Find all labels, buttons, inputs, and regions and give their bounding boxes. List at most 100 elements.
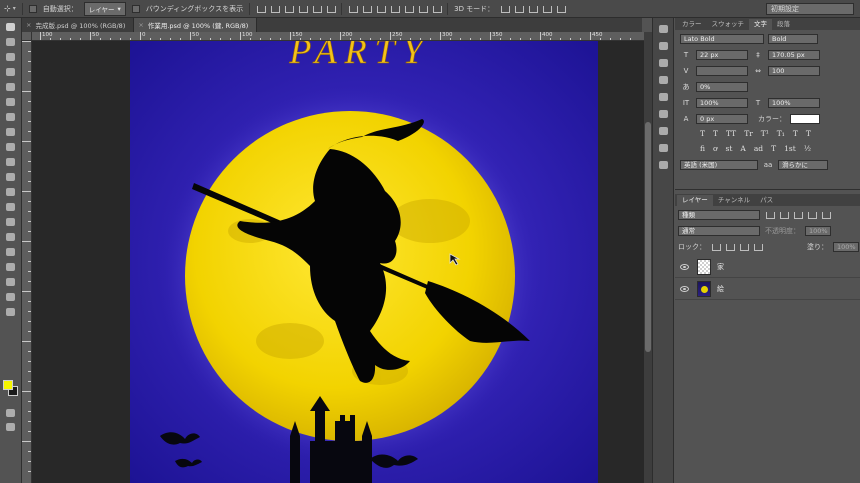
document-tab-work[interactable]: × 作業用.psd @ 100% (鍵, RGB/8)	[134, 18, 258, 32]
align-left-icon[interactable]	[298, 5, 309, 13]
filter-pixel-icon[interactable]	[765, 211, 775, 219]
tab-character[interactable]: 文字	[749, 19, 772, 30]
lock-position-icon[interactable]	[739, 243, 749, 251]
crop-tool-icon[interactable]	[4, 82, 18, 93]
properties-panel-icon[interactable]	[657, 75, 671, 86]
align-bottom-icon[interactable]	[284, 5, 295, 13]
filter-type-icon[interactable]	[793, 211, 803, 219]
fractions-button[interactable]: ½	[804, 144, 811, 153]
history-panel-icon[interactable]	[657, 24, 671, 35]
scale-3d-icon[interactable]	[556, 5, 567, 13]
clone-stamp-tool-icon[interactable]	[4, 142, 18, 153]
lock-transparent-icon[interactable]	[711, 243, 721, 251]
actions-panel-icon[interactable]	[657, 41, 671, 52]
horizontal-ruler[interactable]: 100 50 0 50 100 150 200 250 300 350 400 450	[32, 32, 644, 41]
distribute-hcenter-icon[interactable]	[404, 5, 415, 13]
subscript-button[interactable]: T₁	[777, 129, 785, 138]
dodge-tool-icon[interactable]	[4, 217, 18, 228]
slide-3d-icon[interactable]	[542, 5, 553, 13]
tab-color[interactable]: カラー	[677, 19, 707, 30]
tab-swatches[interactable]: スウォッチ	[707, 19, 750, 30]
clone-source-panel-icon[interactable]	[657, 109, 671, 120]
scrollbar-thumb[interactable]	[645, 122, 651, 352]
bounding-box-checkbox[interactable]	[131, 4, 140, 13]
visibility-eye-icon[interactable]	[680, 285, 689, 292]
styles-panel-icon[interactable]	[657, 143, 671, 154]
antialias-dropdown[interactable]: 滑らかに	[778, 159, 828, 170]
eyedropper-tool-icon[interactable]	[4, 97, 18, 108]
color-swatches[interactable]	[3, 380, 19, 398]
lock-all-icon[interactable]	[753, 243, 763, 251]
brush-panel-icon[interactable]	[657, 92, 671, 103]
layer-row-house[interactable]: 家	[675, 256, 860, 278]
zoom-tool-icon[interactable]	[4, 307, 18, 318]
vertical-ruler[interactable]	[22, 41, 32, 483]
layer-filter-dropdown[interactable]: 種類	[678, 209, 760, 220]
kerning-field[interactable]	[696, 65, 748, 76]
tool-preset-picker[interactable]: ⊹ ▾	[4, 4, 16, 13]
superscript-button[interactable]: T¹	[761, 129, 769, 138]
navigator-panel-icon[interactable]	[657, 160, 671, 171]
lock-image-icon[interactable]	[725, 243, 735, 251]
align-vcenter-icon[interactable]	[270, 5, 281, 13]
document-canvas[interactable]: PARTY	[130, 41, 598, 483]
filter-adjustment-icon[interactable]	[779, 211, 789, 219]
opacity-field[interactable]: 100%	[805, 225, 831, 236]
drag-3d-icon[interactable]	[528, 5, 539, 13]
alt-ligature-button[interactable]: ơ	[713, 144, 718, 153]
distribute-right-icon[interactable]	[418, 5, 429, 13]
path-select-tool-icon[interactable]	[4, 262, 18, 273]
distribute-vcenter-icon[interactable]	[362, 5, 373, 13]
ligature-button[interactable]: fi	[700, 144, 705, 153]
tab-channels[interactable]: チャンネル	[713, 195, 755, 206]
tab-layers[interactable]: レイヤー	[677, 195, 713, 206]
small-caps-button[interactable]: Tr	[744, 129, 753, 138]
document-tab-final[interactable]: × 完成版.psd @ 100% (RGB/8)	[22, 18, 135, 32]
eraser-tool-icon[interactable]	[4, 172, 18, 183]
vertical-scrollbar[interactable]	[644, 32, 652, 483]
filter-smart-object-icon[interactable]	[821, 211, 831, 219]
foreground-color-swatch[interactable]	[3, 380, 13, 390]
filter-shape-icon[interactable]	[807, 211, 817, 219]
tab-paths[interactable]: パス	[755, 195, 778, 206]
hand-tool-icon[interactable]	[4, 292, 18, 303]
close-tab-icon[interactable]: ×	[138, 21, 143, 29]
titling-button[interactable]: T	[771, 144, 776, 153]
align-right-icon[interactable]	[326, 5, 337, 13]
info-panel-icon[interactable]	[657, 58, 671, 69]
tracking-field[interactable]: 100	[768, 65, 820, 76]
font-size-field[interactable]: 22 px	[696, 49, 748, 60]
font-family-dropdown[interactable]: Lato Bold	[680, 33, 764, 44]
auto-align-icon[interactable]	[432, 5, 443, 13]
stylistic-alt-button[interactable]: ad	[754, 144, 763, 153]
distribute-bottom-icon[interactable]	[376, 5, 387, 13]
brush-tool-icon[interactable]	[4, 127, 18, 138]
distribute-left-icon[interactable]	[390, 5, 401, 13]
workspace-dropdown[interactable]: 初期設定	[766, 3, 854, 15]
vertical-scale-field[interactable]: 100%	[696, 97, 748, 108]
pen-tool-icon[interactable]	[4, 232, 18, 243]
font-style-dropdown[interactable]: Bold	[768, 33, 818, 44]
text-color-swatch[interactable]	[790, 113, 820, 124]
tab-paragraph[interactable]: 段落	[772, 19, 795, 30]
visibility-eye-icon[interactable]	[680, 263, 689, 270]
close-tab-icon[interactable]: ×	[26, 21, 31, 29]
quick-mask-icon[interactable]	[4, 408, 18, 419]
auto-select-checkbox[interactable]	[28, 4, 37, 13]
rotate-3d-icon[interactable]	[500, 5, 511, 13]
lasso-tool-icon[interactable]	[4, 52, 18, 63]
leading-field[interactable]: 170.05 px	[768, 49, 820, 60]
horizontal-scale-field[interactable]: 100%	[768, 97, 820, 108]
ordinals-button[interactable]: 1st	[784, 144, 796, 153]
ruler-origin[interactable]	[22, 32, 32, 41]
layer-row-picture[interactable]: 絵	[675, 278, 860, 300]
tsume-field[interactable]: 0%	[696, 81, 748, 92]
faux-italic-button[interactable]: T	[713, 129, 718, 138]
align-hcenter-icon[interactable]	[312, 5, 323, 13]
discretionary-ligature-button[interactable]: st	[726, 144, 733, 153]
gradient-tool-icon[interactable]	[4, 187, 18, 198]
history-brush-tool-icon[interactable]	[4, 157, 18, 168]
blend-mode-dropdown[interactable]: 通常	[678, 225, 760, 236]
faux-bold-button[interactable]: T	[700, 129, 705, 138]
align-top-icon[interactable]	[256, 5, 267, 13]
